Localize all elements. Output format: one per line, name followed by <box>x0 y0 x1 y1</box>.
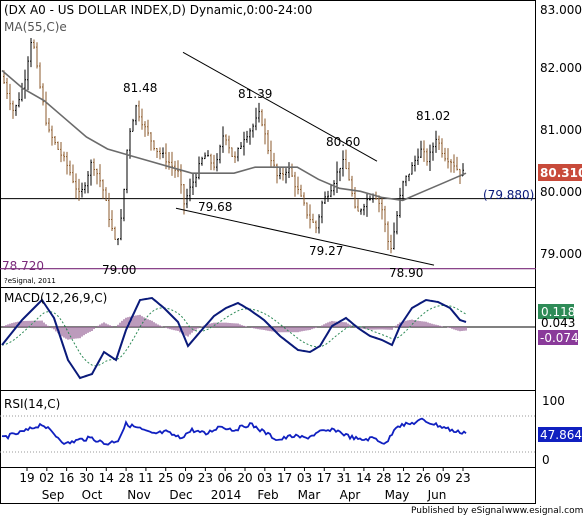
month-label: Nov <box>127 488 150 502</box>
month-label: Sep <box>42 488 65 502</box>
x-tick-label: 19 <box>19 471 34 485</box>
y-tick-81: 81.000 <box>540 123 582 137</box>
rsi-title: RSI(14,C) <box>4 397 60 411</box>
rsi-tick-100: 100 <box>542 394 565 408</box>
annotation-81-02: 81.02 <box>416 109 450 123</box>
y-tick-82: 82.000 <box>540 61 582 75</box>
x-tick-label: 17 <box>277 471 292 485</box>
histogram-value: -0.074 <box>540 331 579 345</box>
month-label: Apr <box>340 488 361 502</box>
y-tick-83: 83.000 <box>540 3 582 17</box>
support-label: 78.720 <box>2 259 44 273</box>
rsi-panel-frame <box>0 390 536 468</box>
rsi-line <box>1 417 467 446</box>
x-tick-label: 31 <box>336 471 351 485</box>
annotation-78-90: 78.90 <box>389 266 423 280</box>
ma-label: MA(55,C)e <box>4 20 67 34</box>
month-label: Dec <box>169 488 192 502</box>
macd-title: MACD(12,26,9,C) <box>4 291 107 305</box>
month-label: Oct <box>82 488 103 502</box>
price-layer <box>0 37 536 270</box>
x-tick-label: 09 <box>178 471 193 485</box>
axis-layer: 19 02 16 30 14 28 11 25 09 23 06 20 03 17 03 17 31 14 28 12… <box>19 467 471 502</box>
x-tick-label: 17 <box>317 471 332 485</box>
x-tick-label: 28 <box>118 471 133 485</box>
month-label: Jun <box>427 488 447 502</box>
x-tick-label: 11 <box>138 471 153 485</box>
x-tick-label: 03 <box>297 471 312 485</box>
annotation-79-00: 79.00 <box>102 263 136 277</box>
x-tick-label: 06 <box>218 471 233 485</box>
footer-published-by: Published by eSignal <box>411 506 504 516</box>
annotation-81-48: 81.48 <box>123 81 157 95</box>
rsi-tick-0: 0 <box>542 453 550 467</box>
y-tick-79: 79.000 <box>540 247 582 261</box>
annotation-79-27: 79.27 <box>309 244 343 258</box>
x-tick-label: 23 <box>198 471 213 485</box>
x-tick-label: 14 <box>99 471 114 485</box>
x-tick-label: 26 <box>416 471 431 485</box>
month-label: May <box>385 488 410 502</box>
x-tick-label: 09 <box>436 471 451 485</box>
x-tick-label: 30 <box>79 471 94 485</box>
annotation-79-68: 79.68 <box>198 200 232 214</box>
signal-value: 0.043 <box>541 316 575 330</box>
x-tick-label: 23 <box>455 471 470 485</box>
rsi-value: 47.864 <box>540 428 582 442</box>
last-price-value: 80.310 <box>540 166 586 180</box>
x-tick-label: 28 <box>376 471 391 485</box>
month-label: Mar <box>298 488 321 502</box>
x-tick-label: 25 <box>158 471 173 485</box>
moving-average-line <box>1 69 467 202</box>
chart-canvas: 19 02 16 30 14 28 11 25 09 23 06 20 03 17 03 17 31 14 28 12… <box>0 0 587 517</box>
month-label: 2014 <box>211 488 242 502</box>
x-tick-label: 02 <box>39 471 54 485</box>
x-tick-label: 03 <box>257 471 272 485</box>
level-label: (79.880) <box>483 188 534 202</box>
macd-layer <box>0 296 536 380</box>
annotation-81-39: 81.39 <box>238 87 272 101</box>
month-label: Feb <box>257 488 278 502</box>
footer-site: www.esignal.com <box>505 506 583 516</box>
lower-trendline <box>175 207 435 266</box>
x-tick-label: 16 <box>59 471 74 485</box>
annotation-80-60: 80.60 <box>326 135 360 149</box>
copyright-label: ?eSignal, 2011 <box>4 277 56 285</box>
x-tick-label: 12 <box>396 471 411 485</box>
x-tick-label: 14 <box>356 471 371 485</box>
x-tick-label: 20 <box>237 471 252 485</box>
rsi-layer <box>0 415 536 453</box>
y-tick-80: 80.000 <box>540 185 582 199</box>
chart-title: (DX A0 - US DOLLAR INDEX,D) Dynamic,0:00… <box>4 3 312 17</box>
dollar-index-chart: 19 02 16 30 14 28 11 25 09 23 06 20 03 17 03 17 31 14 28 12… <box>0 0 586 516</box>
